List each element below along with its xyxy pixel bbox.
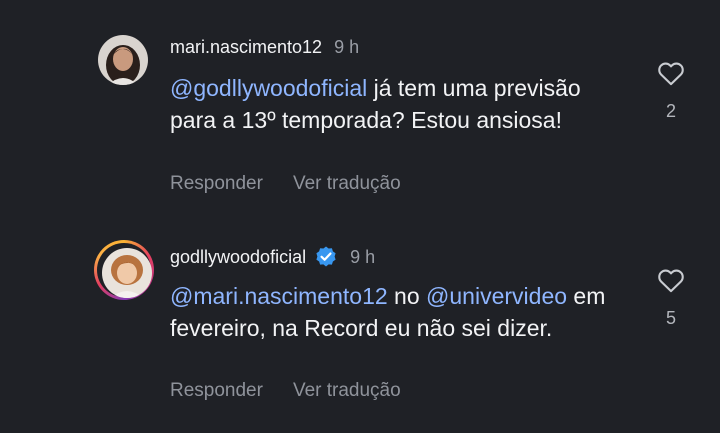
heart-icon[interactable]: [657, 62, 685, 90]
avatar[interactable]: [102, 248, 152, 298]
like-count[interactable]: 2: [656, 101, 686, 122]
timestamp: 9 h: [334, 37, 360, 57]
mention-link[interactable]: @univervideo: [426, 283, 567, 309]
comment-item: godllywoodoficial 9 h @mari.nascimento12…: [0, 210, 720, 433]
see-translation-button[interactable]: Ver tradução: [293, 380, 401, 402]
heart-icon[interactable]: [657, 269, 685, 297]
username[interactable]: mari.nascimento12: [170, 37, 322, 58]
timestamp: 9 h: [350, 246, 376, 267]
like-control: 2: [656, 60, 686, 122]
reply-button[interactable]: Responder: [170, 380, 263, 402]
like-control: 5: [656, 267, 686, 329]
comment-text: @godllywoodoficial já tem uma previsão p…: [170, 72, 630, 136]
mention-link[interactable]: @mari.nascimento12: [170, 283, 388, 309]
comment-item: mari.nascimento12 9 h @godllywoodoficial…: [0, 0, 720, 210]
comment-actions: Responder Ver tradução: [170, 380, 401, 402]
comment-text: @mari.nascimento12 no @univervideo em fe…: [170, 280, 630, 344]
comment-header: mari.nascimento12 9 h: [170, 37, 359, 58]
verified-badge-icon: [314, 245, 338, 269]
comment-header: godllywoodoficial 9 h: [170, 245, 375, 269]
comment-body-text: no: [387, 283, 427, 309]
reply-button[interactable]: Responder: [170, 173, 263, 195]
avatar[interactable]: [98, 35, 148, 85]
story-ring[interactable]: [94, 240, 154, 300]
username[interactable]: godllywoodoficial: [170, 247, 306, 268]
like-count[interactable]: 5: [656, 308, 686, 329]
mention-link[interactable]: @godllywoodoficial: [170, 75, 367, 101]
comment-actions: Responder Ver tradução: [170, 173, 401, 195]
see-translation-button[interactable]: Ver tradução: [293, 173, 401, 195]
